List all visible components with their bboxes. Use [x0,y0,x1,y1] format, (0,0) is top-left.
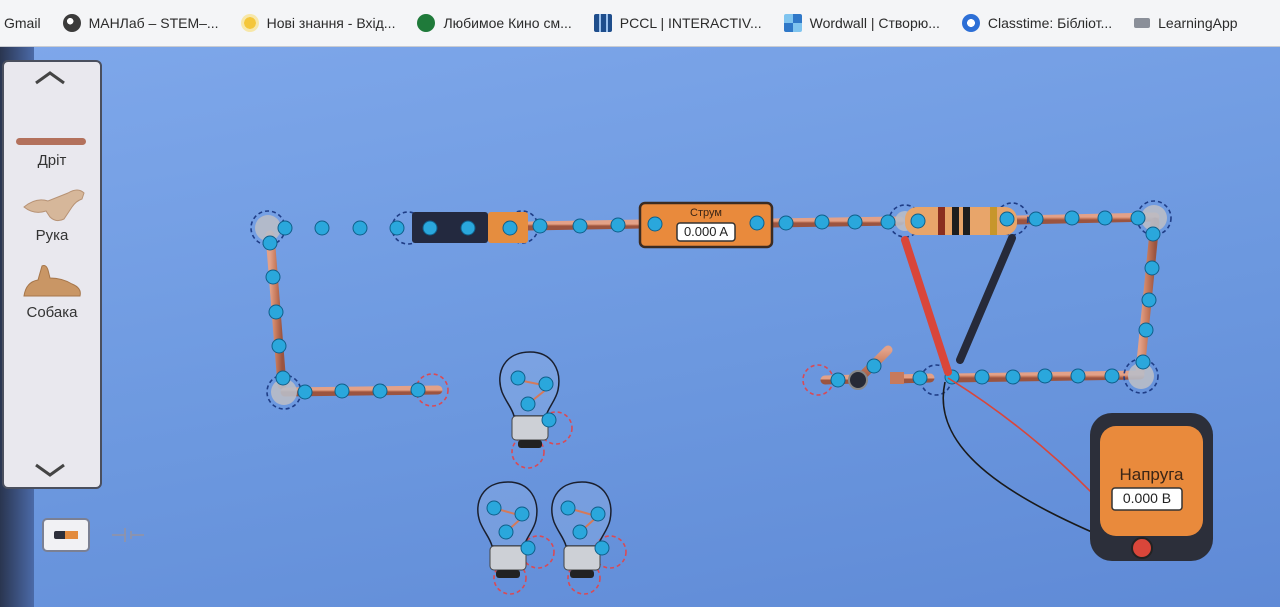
lifelike-resistor-icon [54,531,78,539]
chevron-down-icon [35,463,65,477]
component-toolbox: Дріт Рука Собака [2,60,102,489]
schematic-view-toggle[interactable] [104,518,152,552]
wordwall-icon [783,14,802,32]
toolbox-item-wire[interactable]: Дріт [4,132,100,177]
bookmark-kino[interactable]: Любимое Кино см... [417,14,572,32]
bookmark-manlab[interactable]: МАНЛаб – STEM–... [62,14,219,32]
bookmark-label: LearningApp [1158,15,1238,31]
bookmark-label: МАНЛаб – STEM–... [88,15,219,31]
bookmark-pccl[interactable]: PCCL | INTERACTIV... [593,14,762,32]
schematic-icon [112,528,144,542]
toolbox-scroll-up-button[interactable] [14,66,86,90]
classtime-icon [961,14,980,32]
bookmark-label: Любимое Кино см... [443,15,572,31]
toolbox-item-label: Собака [26,304,78,321]
toolbox-item-label: Дріт [37,152,67,169]
voltmeter-readout: 0.000 B [1122,490,1172,506]
toolbox-item-hand[interactable]: Рука [4,185,100,247]
ammeter-title: Струм [690,207,722,219]
sun-icon [240,14,259,32]
wire-icon [16,138,86,145]
bookmark-novi-znannia[interactable]: Нові знання - Вхід... [240,14,396,32]
bookmark-gmail[interactable]: Gmail [4,15,41,31]
bookmark-wordwall[interactable]: Wordwall | Створю... [783,14,940,32]
bookmark-label: Classtime: Бібліот... [987,15,1113,31]
bookmark-label: PCCL | INTERACTIV... [619,15,762,31]
ammeter-readout: 0.000 A [683,224,729,239]
bookmark-label: Нові знання - Вхід... [266,15,396,31]
toolbox-item-label: Рука [35,227,69,244]
bookmark-label: Gmail [4,15,41,31]
simulation-canvas[interactable] [0,47,1280,607]
bookmark-learningapps[interactable]: LearningApp [1134,15,1238,31]
learningapps-icon [1134,18,1151,28]
bookmark-label: Wordwall | Створю... [809,15,940,31]
hand-cat-icon [23,189,85,222]
bookmarks-bar: Gmail МАНЛаб – STEM–... Нові знання - Вх… [0,0,1280,47]
chevron-up-icon [35,71,65,85]
voltmeter-title: Напруга [1119,465,1184,484]
film-icon [417,14,436,32]
toolbox-item-dog[interactable]: Собака [4,262,100,324]
grid-icon [593,14,612,32]
globe-icon [62,14,81,32]
bookmark-classtime[interactable]: Classtime: Бібліот... [961,14,1113,32]
lifelike-view-toggle[interactable] [42,518,90,552]
dog-icon [23,265,81,297]
toolbox-scroll-down-button[interactable] [14,458,86,482]
